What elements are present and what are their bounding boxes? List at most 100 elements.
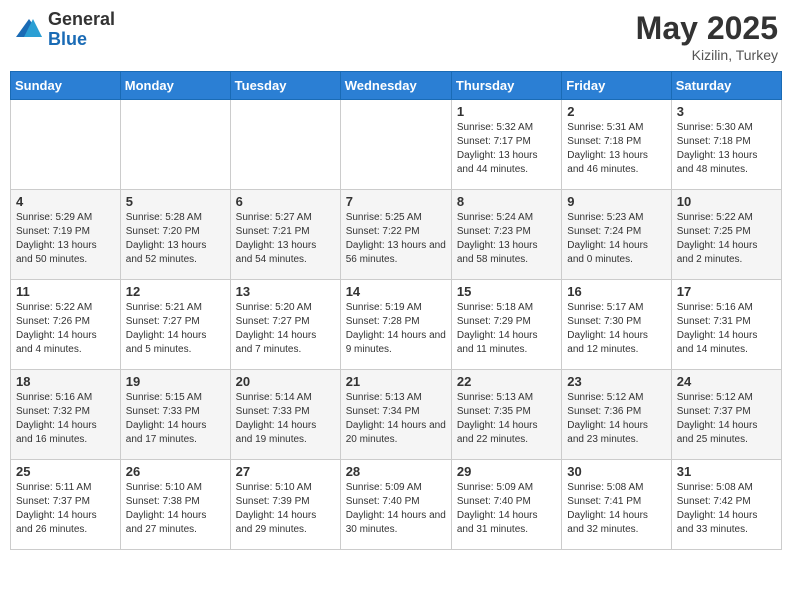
day-info: Sunrise: 5:12 AM Sunset: 7:37 PM Dayligh… — [677, 391, 776, 447]
daylight-text: Daylight: 14 hours and 14 minutes. — [677, 330, 758, 355]
sunset-text: Sunset: 7:24 PM — [567, 226, 641, 237]
calendar-cell: 24 Sunrise: 5:12 AM Sunset: 7:37 PM Dayl… — [671, 370, 781, 460]
day-number: 25 — [16, 464, 115, 479]
sunrise-text: Sunrise: 5:22 AM — [677, 212, 753, 223]
location: Kizilin, Turkey — [636, 47, 778, 63]
daylight-text: Daylight: 14 hours and 29 minutes. — [236, 510, 317, 535]
day-info: Sunrise: 5:08 AM Sunset: 7:42 PM Dayligh… — [677, 481, 776, 537]
day-number: 9 — [567, 194, 665, 209]
day-info: Sunrise: 5:19 AM Sunset: 7:28 PM Dayligh… — [346, 301, 446, 357]
sunset-text: Sunset: 7:21 PM — [236, 226, 310, 237]
logo-text: General Blue — [48, 10, 115, 50]
calendar-cell: 3 Sunrise: 5:30 AM Sunset: 7:18 PM Dayli… — [671, 100, 781, 190]
daylight-text: Daylight: 14 hours and 2 minutes. — [677, 240, 758, 265]
sunrise-text: Sunrise: 5:12 AM — [567, 392, 643, 403]
daylight-text: Daylight: 13 hours and 54 minutes. — [236, 240, 317, 265]
sunset-text: Sunset: 7:42 PM — [677, 496, 751, 507]
day-info: Sunrise: 5:29 AM Sunset: 7:19 PM Dayligh… — [16, 211, 115, 267]
day-number: 24 — [677, 374, 776, 389]
daylight-text: Daylight: 14 hours and 5 minutes. — [126, 330, 207, 355]
sunset-text: Sunset: 7:27 PM — [126, 316, 200, 327]
sunrise-text: Sunrise: 5:16 AM — [16, 392, 92, 403]
day-info: Sunrise: 5:15 AM Sunset: 7:33 PM Dayligh… — [126, 391, 225, 447]
sunrise-text: Sunrise: 5:21 AM — [126, 302, 202, 313]
calendar-cell: 27 Sunrise: 5:10 AM Sunset: 7:39 PM Dayl… — [230, 460, 340, 550]
day-number: 17 — [677, 284, 776, 299]
daylight-text: Daylight: 14 hours and 7 minutes. — [236, 330, 317, 355]
sunrise-text: Sunrise: 5:25 AM — [346, 212, 422, 223]
day-info: Sunrise: 5:25 AM Sunset: 7:22 PM Dayligh… — [346, 211, 446, 267]
calendar-cell: 30 Sunrise: 5:08 AM Sunset: 7:41 PM Dayl… — [562, 460, 671, 550]
calendar-cell — [340, 100, 451, 190]
calendar-cell: 19 Sunrise: 5:15 AM Sunset: 7:33 PM Dayl… — [120, 370, 230, 460]
day-info: Sunrise: 5:28 AM Sunset: 7:20 PM Dayligh… — [126, 211, 225, 267]
daylight-text: Daylight: 14 hours and 30 minutes. — [346, 510, 446, 535]
day-info: Sunrise: 5:22 AM Sunset: 7:26 PM Dayligh… — [16, 301, 115, 357]
day-number: 19 — [126, 374, 225, 389]
day-info: Sunrise: 5:14 AM Sunset: 7:33 PM Dayligh… — [236, 391, 335, 447]
daylight-text: Daylight: 14 hours and 27 minutes. — [126, 510, 207, 535]
sunrise-text: Sunrise: 5:15 AM — [126, 392, 202, 403]
day-info: Sunrise: 5:13 AM Sunset: 7:34 PM Dayligh… — [346, 391, 446, 447]
day-info: Sunrise: 5:18 AM Sunset: 7:29 PM Dayligh… — [457, 301, 556, 357]
day-of-week-saturday: Saturday — [671, 72, 781, 100]
daylight-text: Daylight: 14 hours and 20 minutes. — [346, 420, 446, 445]
day-number: 27 — [236, 464, 335, 479]
day-number: 13 — [236, 284, 335, 299]
title-block: May 2025 Kizilin, Turkey — [636, 10, 778, 63]
calendar-week-row: 11 Sunrise: 5:22 AM Sunset: 7:26 PM Dayl… — [11, 280, 782, 370]
logo-general: General — [48, 10, 115, 30]
calendar-cell: 26 Sunrise: 5:10 AM Sunset: 7:38 PM Dayl… — [120, 460, 230, 550]
daylight-text: Daylight: 14 hours and 26 minutes. — [16, 510, 97, 535]
calendar-cell: 8 Sunrise: 5:24 AM Sunset: 7:23 PM Dayli… — [451, 190, 561, 280]
daylight-text: Daylight: 14 hours and 19 minutes. — [236, 420, 317, 445]
sunrise-text: Sunrise: 5:08 AM — [677, 482, 753, 493]
calendar-table: SundayMondayTuesdayWednesdayThursdayFrid… — [10, 71, 782, 550]
calendar-cell: 16 Sunrise: 5:17 AM Sunset: 7:30 PM Dayl… — [562, 280, 671, 370]
day-of-week-wednesday: Wednesday — [340, 72, 451, 100]
sunrise-text: Sunrise: 5:13 AM — [346, 392, 422, 403]
calendar-cell: 11 Sunrise: 5:22 AM Sunset: 7:26 PM Dayl… — [11, 280, 121, 370]
day-number: 23 — [567, 374, 665, 389]
day-info: Sunrise: 5:30 AM Sunset: 7:18 PM Dayligh… — [677, 121, 776, 177]
daylight-text: Daylight: 14 hours and 22 minutes. — [457, 420, 538, 445]
daylight-text: Daylight: 13 hours and 46 minutes. — [567, 150, 648, 175]
calendar-cell: 2 Sunrise: 5:31 AM Sunset: 7:18 PM Dayli… — [562, 100, 671, 190]
day-number: 15 — [457, 284, 556, 299]
daylight-text: Daylight: 14 hours and 4 minutes. — [16, 330, 97, 355]
day-number: 12 — [126, 284, 225, 299]
calendar-cell: 5 Sunrise: 5:28 AM Sunset: 7:20 PM Dayli… — [120, 190, 230, 280]
calendar-header-row: SundayMondayTuesdayWednesdayThursdayFrid… — [11, 72, 782, 100]
daylight-text: Daylight: 14 hours and 25 minutes. — [677, 420, 758, 445]
calendar-cell: 18 Sunrise: 5:16 AM Sunset: 7:32 PM Dayl… — [11, 370, 121, 460]
calendar-cell: 23 Sunrise: 5:12 AM Sunset: 7:36 PM Dayl… — [562, 370, 671, 460]
day-info: Sunrise: 5:17 AM Sunset: 7:30 PM Dayligh… — [567, 301, 665, 357]
logo-blue: Blue — [48, 30, 115, 50]
daylight-text: Daylight: 14 hours and 23 minutes. — [567, 420, 648, 445]
day-info: Sunrise: 5:32 AM Sunset: 7:17 PM Dayligh… — [457, 121, 556, 177]
daylight-text: Daylight: 14 hours and 17 minutes. — [126, 420, 207, 445]
calendar-cell: 12 Sunrise: 5:21 AM Sunset: 7:27 PM Dayl… — [120, 280, 230, 370]
sunrise-text: Sunrise: 5:18 AM — [457, 302, 533, 313]
calendar-cell: 10 Sunrise: 5:22 AM Sunset: 7:25 PM Dayl… — [671, 190, 781, 280]
sunset-text: Sunset: 7:31 PM — [677, 316, 751, 327]
day-info: Sunrise: 5:24 AM Sunset: 7:23 PM Dayligh… — [457, 211, 556, 267]
calendar-cell — [11, 100, 121, 190]
sunset-text: Sunset: 7:26 PM — [16, 316, 90, 327]
sunrise-text: Sunrise: 5:10 AM — [236, 482, 312, 493]
sunset-text: Sunset: 7:34 PM — [346, 406, 420, 417]
sunset-text: Sunset: 7:40 PM — [457, 496, 531, 507]
day-number: 11 — [16, 284, 115, 299]
calendar-week-row: 4 Sunrise: 5:29 AM Sunset: 7:19 PM Dayli… — [11, 190, 782, 280]
sunset-text: Sunset: 7:41 PM — [567, 496, 641, 507]
daylight-text: Daylight: 14 hours and 16 minutes. — [16, 420, 97, 445]
calendar-cell: 22 Sunrise: 5:13 AM Sunset: 7:35 PM Dayl… — [451, 370, 561, 460]
day-info: Sunrise: 5:16 AM Sunset: 7:31 PM Dayligh… — [677, 301, 776, 357]
day-info: Sunrise: 5:21 AM Sunset: 7:27 PM Dayligh… — [126, 301, 225, 357]
sunrise-text: Sunrise: 5:19 AM — [346, 302, 422, 313]
day-number: 28 — [346, 464, 446, 479]
calendar-cell: 9 Sunrise: 5:23 AM Sunset: 7:24 PM Dayli… — [562, 190, 671, 280]
day-info: Sunrise: 5:23 AM Sunset: 7:24 PM Dayligh… — [567, 211, 665, 267]
calendar-cell: 14 Sunrise: 5:19 AM Sunset: 7:28 PM Dayl… — [340, 280, 451, 370]
day-number: 26 — [126, 464, 225, 479]
